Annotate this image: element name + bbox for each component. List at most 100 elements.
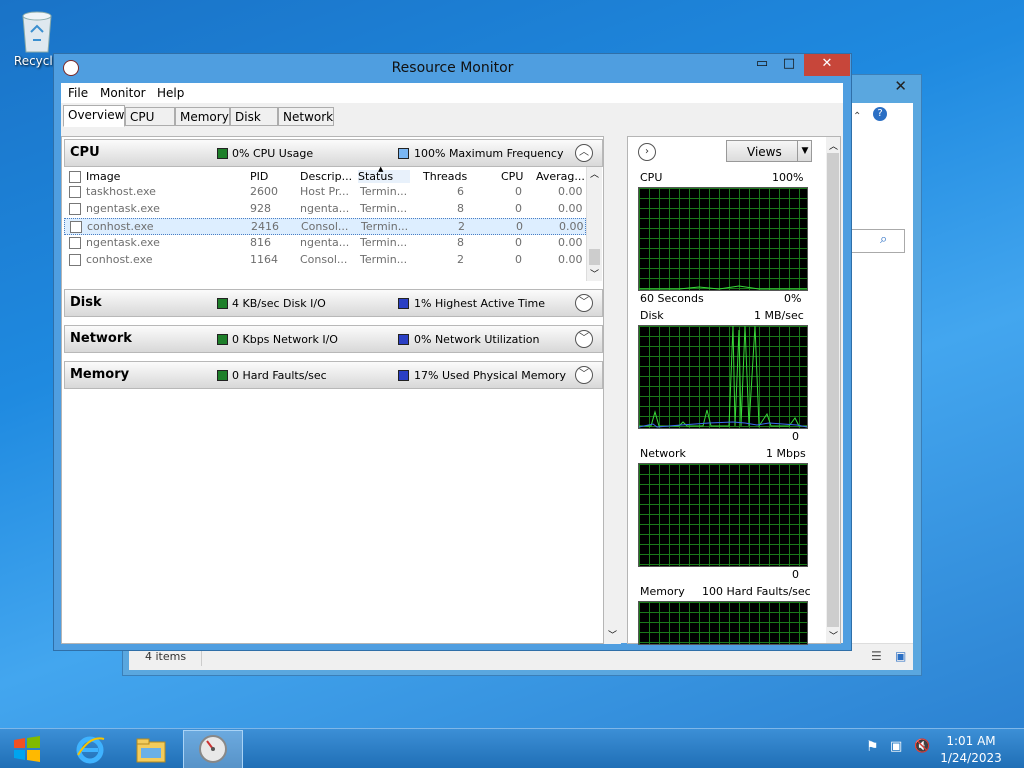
cell-cpu: 0 (515, 202, 522, 215)
col-cpu[interactable]: CPU (501, 170, 523, 183)
menu-help[interactable]: Help (157, 86, 184, 100)
system-clock[interactable]: 1:01 AM 1/24/2023 (926, 733, 1016, 767)
cell-image: ngentask.exe (86, 236, 160, 249)
scrollbar-thumb[interactable] (589, 249, 600, 265)
cpu-usage-stat: 0% CPU Usage (232, 147, 314, 160)
scrollbar-thumb[interactable] (827, 153, 839, 627)
taskbar-internet-explorer[interactable] (60, 730, 120, 768)
chevron-up-icon[interactable]: ︿ (575, 144, 593, 162)
left-pane-scrollbar[interactable]: ﹀ (604, 136, 621, 644)
cell-description: Consol... (300, 253, 348, 266)
network-graph-min: 0 (792, 568, 799, 581)
table-row[interactable]: taskhost.exe 2600 Host Pr... Termin... 6… (64, 184, 584, 200)
tab-overview[interactable]: Overview (63, 105, 125, 127)
maximize-button[interactable]: □ (776, 54, 802, 76)
cell-threads: 8 (457, 236, 464, 249)
row-checkbox[interactable] (69, 203, 81, 215)
folder-icon (136, 738, 166, 763)
cell-average: 0.00 (558, 185, 583, 198)
minimize-button[interactable]: ▭ (749, 54, 775, 76)
tab-memory[interactable]: Memory (175, 107, 230, 126)
cell-pid: 2416 (251, 220, 279, 233)
cell-image: taskhost.exe (86, 185, 156, 198)
disk-graph-line (639, 326, 807, 428)
start-button[interactable] (0, 730, 54, 768)
views-dropdown[interactable]: Views ▼ (726, 140, 812, 162)
scroll-up-icon[interactable]: ︿ (590, 167, 599, 180)
bg-window-pane: ⌃ ? ⌕ (849, 103, 913, 663)
scroll-down-icon[interactable]: ﹀ (608, 628, 617, 641)
help-icon[interactable]: ? (873, 107, 887, 121)
disk-section-header[interactable]: Disk 4 KB/sec Disk I/O 1% Highest Active… (64, 289, 603, 317)
taskbar-resource-monitor[interactable] (183, 730, 243, 768)
network-section-header[interactable]: Network 0 Kbps Network I/O 0% Network Ut… (64, 325, 603, 353)
chevron-down-icon[interactable]: ﹀ (575, 294, 593, 312)
chevron-up-icon[interactable]: ⌃ (853, 111, 861, 122)
cell-status: Termin... (361, 220, 409, 233)
window-client-area: File Monitor Help Overview CPU Memory Di… (61, 83, 843, 645)
graphs-right-pane: › Views ▼ CPU 100% 60 Seconds 0% Disk 1 … (627, 136, 841, 645)
cell-status: Termin... (360, 202, 408, 215)
col-pid[interactable]: PID (250, 170, 268, 183)
table-row[interactable]: conhost.exe 1164 Consol... Termin... 2 0… (64, 252, 584, 268)
table-row-selected[interactable]: conhost.exe 2416 Consol... Termin... 2 0… (64, 218, 586, 235)
chevron-down-icon[interactable]: ﹀ (575, 366, 593, 384)
row-checkbox[interactable] (70, 221, 82, 233)
cpu-frequency-legend-icon (398, 148, 409, 159)
menu-file[interactable]: File (68, 86, 88, 100)
taskbar-file-explorer[interactable] (121, 730, 181, 768)
table-row[interactable]: ngentask.exe 816 ngenta... Termin... 8 0… (64, 235, 584, 251)
table-scrollbar[interactable]: ︿ ﹀ (586, 167, 602, 281)
disk-graph-max: 1 MB/sec (754, 309, 804, 322)
cpu-section-header[interactable]: CPU 0% CPU Usage 100% Maximum Frequency … (64, 139, 603, 167)
cell-pid: 816 (250, 236, 271, 249)
tab-cpu[interactable]: CPU (125, 107, 175, 126)
chevron-right-icon[interactable]: › (638, 143, 656, 161)
resource-monitor-icon (199, 735, 227, 763)
col-image[interactable]: Image (86, 170, 120, 183)
col-threads[interactable]: Threads (423, 170, 467, 183)
table-row[interactable]: ngentask.exe 928 ngenta... Termin... 8 0… (64, 201, 584, 217)
physical-memory-legend-icon (398, 370, 409, 381)
cell-threads: 2 (458, 220, 465, 233)
details-view-icon[interactable]: ☰ (871, 649, 882, 663)
menu-monitor[interactable]: Monitor (100, 86, 146, 100)
row-checkbox[interactable] (69, 186, 81, 198)
action-center-flag-icon[interactable]: ⚑ (866, 739, 879, 755)
tab-disk[interactable]: Disk (230, 107, 278, 126)
select-all-checkbox[interactable] (69, 171, 81, 183)
tiles-view-icon[interactable]: ▣ (895, 649, 906, 663)
col-status[interactable]: Status (358, 170, 410, 183)
cpu-frequency-stat: 100% Maximum Frequency (414, 147, 564, 160)
cell-image: conhost.exe (87, 220, 154, 233)
network-io-stat: 0 Kbps Network I/O (232, 333, 338, 346)
network-util-stat: 0% Network Utilization (414, 333, 540, 346)
tab-network[interactable]: Network (278, 107, 334, 126)
search-icon: ⌕ (880, 232, 888, 247)
windows-logo-icon (14, 736, 40, 762)
scroll-down-icon[interactable]: ﹀ (829, 629, 838, 642)
cpu-graph-max: 100% (772, 171, 804, 184)
network-graph (638, 463, 808, 567)
hard-faults-legend-icon (217, 370, 228, 381)
right-pane-scrollbar[interactable]: ︿ ﹀ (826, 137, 840, 643)
cell-pid: 2600 (250, 185, 278, 198)
row-checkbox[interactable] (69, 254, 81, 266)
close-button[interactable]: ✕ (804, 54, 850, 76)
resource-monitor-window[interactable]: Resource Monitor ▭ □ ✕ File Monitor Help… (53, 53, 852, 651)
cell-description: ngenta... (300, 236, 350, 249)
col-average[interactable]: Averag... (536, 170, 585, 183)
bg-close-button[interactable]: ✕ (894, 77, 907, 95)
sort-ascending-icon: ▲ (378, 165, 384, 173)
cell-average: 0.00 (558, 253, 583, 266)
chevron-down-icon[interactable]: ﹀ (575, 330, 593, 348)
scroll-down-icon[interactable]: ﹀ (590, 267, 599, 280)
disk-graph-min: 0 (792, 430, 799, 443)
row-checkbox[interactable] (69, 237, 81, 249)
memory-section-header[interactable]: Memory 0 Hard Faults/sec 17% Used Physic… (64, 361, 603, 389)
bg-search-box[interactable]: ⌕ (849, 229, 905, 253)
scroll-up-icon[interactable]: ︿ (829, 139, 838, 152)
col-description[interactable]: Descrip... (300, 170, 352, 183)
cell-average: 0.00 (559, 220, 584, 233)
network-status-icon[interactable]: ▣ (890, 739, 902, 754)
